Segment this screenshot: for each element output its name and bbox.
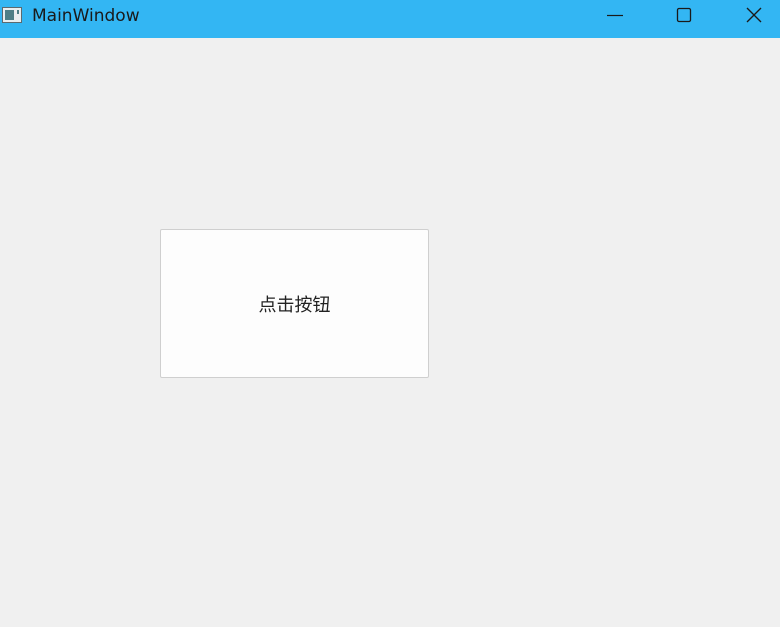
minimize-button[interactable]: [580, 0, 650, 32]
close-icon: [746, 7, 762, 23]
minimize-icon: [607, 14, 623, 17]
close-button[interactable]: [719, 0, 780, 32]
maximize-icon: [676, 7, 692, 23]
window-title: MainWindow: [32, 6, 140, 26]
click-button-label: 点击按钮: [258, 294, 331, 316]
app-window-icon: [2, 7, 22, 23]
click-button[interactable]: 点击按钮: [160, 229, 429, 378]
title-bar[interactable]: MainWindow: [0, 0, 780, 38]
maximize-button[interactable]: [649, 0, 719, 32]
main-window: MainWindow 点击按钮: [0, 0, 780, 627]
